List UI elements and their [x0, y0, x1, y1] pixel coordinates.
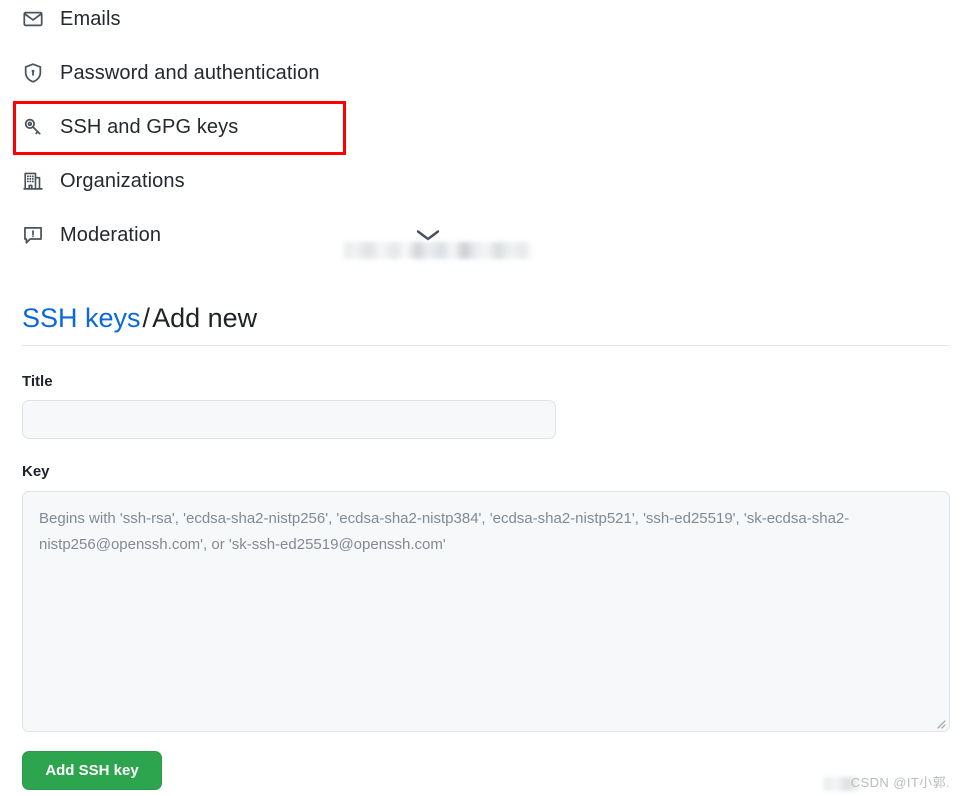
sidebar-item-label: Organizations	[60, 170, 185, 192]
breadcrumb-link-ssh-keys[interactable]: SSH keys	[22, 303, 141, 333]
sidebar-item-moderation[interactable]: Moderation	[22, 216, 161, 254]
add-ssh-key-button[interactable]: Add SSH key	[22, 751, 162, 790]
title-input[interactable]	[22, 400, 556, 439]
shield-lock-icon	[22, 62, 44, 84]
organization-icon	[22, 170, 44, 192]
key-input-wrapper	[22, 491, 950, 732]
key-label: Key	[22, 463, 50, 480]
key-textarea[interactable]	[22, 491, 950, 732]
breadcrumb-separator: /	[142, 303, 151, 333]
report-icon	[22, 224, 44, 246]
heading-divider	[22, 345, 950, 346]
mail-icon	[22, 8, 44, 30]
redacted-account-text	[344, 242, 532, 259]
title-label: Title	[22, 373, 53, 390]
breadcrumb-current: Add new	[152, 303, 258, 333]
sidebar-item-label: Emails	[60, 8, 121, 30]
sidebar-item-organizations[interactable]: Organizations	[22, 162, 185, 200]
sidebar-item-label: Password and authentication	[60, 62, 320, 84]
sidebar-item-ssh-and-gpg-keys[interactable]: SSH and GPG keys	[22, 108, 238, 146]
sidebar-item-emails[interactable]: Emails	[22, 0, 121, 38]
page-title: SSH keys/Add new	[22, 301, 257, 335]
sidebar-item-password-and-authentication[interactable]: Password and authentication	[22, 54, 320, 92]
sidebar-item-label: Moderation	[60, 224, 162, 246]
sidebar-item-label: SSH and GPG keys	[60, 116, 239, 138]
key-icon	[22, 116, 44, 138]
watermark-text: CSDN @IT小郭.	[850, 775, 950, 790]
chevron-down-icon[interactable]	[415, 228, 441, 242]
